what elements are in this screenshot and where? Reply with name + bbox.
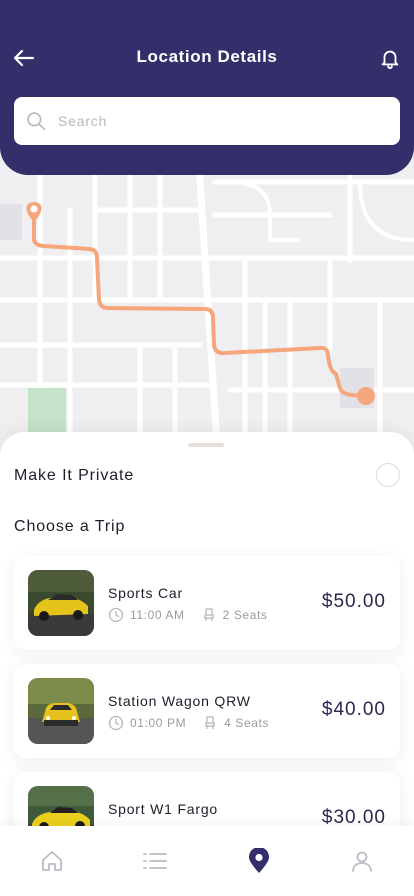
clock-icon [108,607,124,623]
nav-profile[interactable] [336,835,388,887]
trip-seats: 4 Seats [224,716,270,730]
profile-icon [352,851,373,872]
car-image [28,678,94,744]
nav-location[interactable] [233,835,285,887]
page-title: Location Details [136,47,278,66]
trip-price: $50.00 [321,591,386,612]
trip-name: Sport W1 Fargo [108,801,219,817]
destination-dot [357,387,375,405]
park-area [28,388,66,438]
seat-icon [202,715,218,731]
bottom-nav [0,826,414,896]
sheet-handle[interactable] [188,443,224,447]
trip-seats: 2 Seats [222,608,268,622]
trip-name: Station Wagon QRW [108,693,251,709]
clock-icon [108,715,124,731]
make-private-toggle[interactable] [376,463,400,487]
nav-home[interactable] [26,835,78,887]
seat-icon [201,607,217,623]
trip-card-station-wagon[interactable]: Station Wagon QRW 01:00 PM 4 Seats $40.0… [14,664,400,758]
nav-list[interactable] [129,835,181,887]
choose-trip-label: Choose a Trip [14,518,126,535]
make-private-label: Make It Private [14,467,135,484]
notification-button[interactable] [376,44,404,72]
home-icon [41,851,62,871]
search-input[interactable] [58,113,358,129]
trip-time: 11:00 AM [130,608,185,622]
search-box[interactable] [14,97,400,145]
trip-meta: 01:00 PM 4 Seats [108,715,269,731]
trip-name: Sports Car [108,585,183,601]
trip-meta: 11:00 AM 2 Seats [108,607,268,623]
trip-card-sports-car[interactable]: Sports Car 11:00 AM 2 Seats $50.00 [14,556,400,650]
location-pin-icon [248,848,269,873]
car-image [28,570,94,636]
map-graphic [0,150,414,460]
header: Location Details [0,0,414,175]
trip-time: 01:00 PM [130,716,187,730]
search-icon [27,112,46,131]
bell-icon [381,50,399,69]
list-icon [143,853,168,869]
map-view[interactable] [0,150,414,460]
trip-price: $40.00 [321,699,386,720]
